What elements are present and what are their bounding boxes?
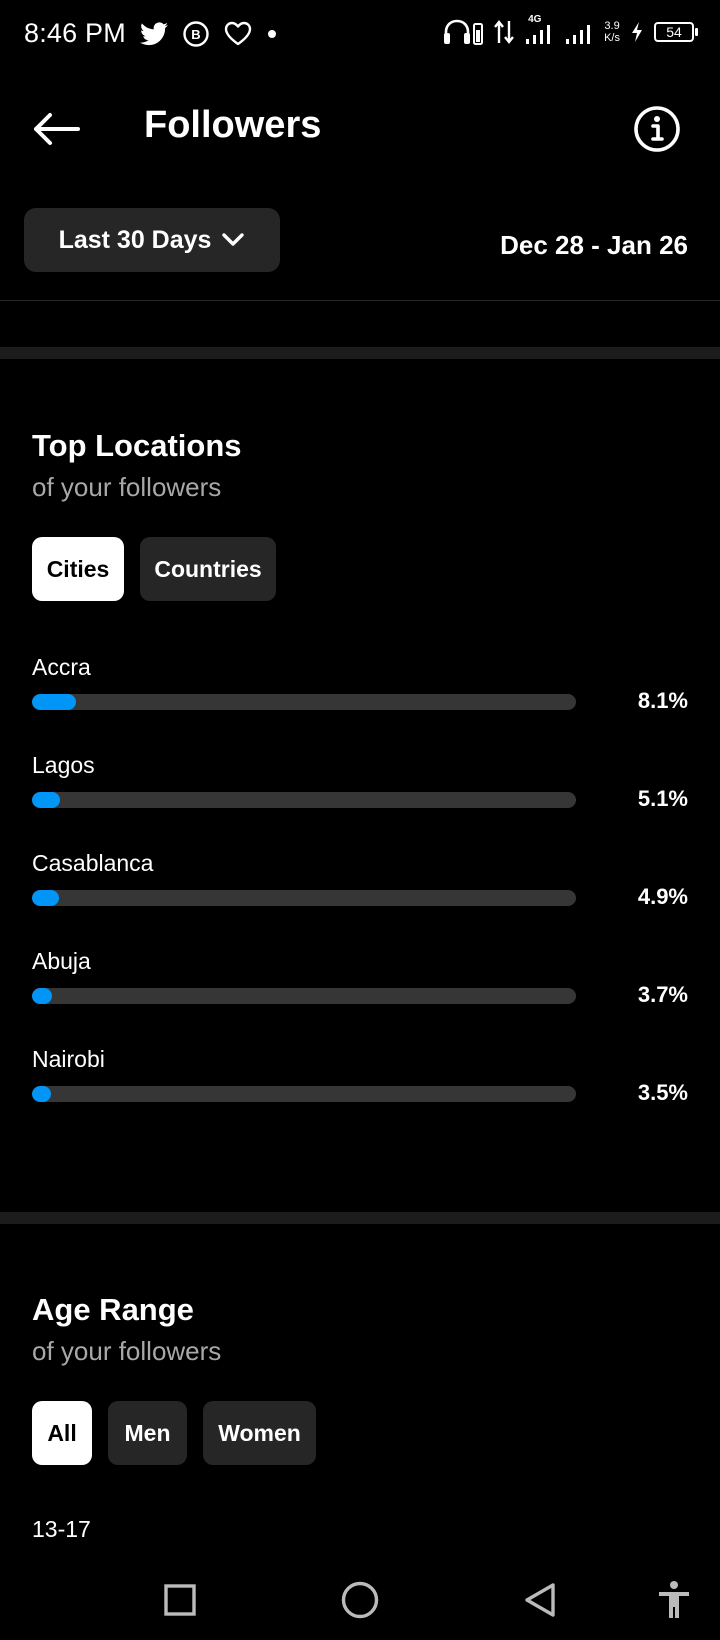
accessibility-button[interactable] — [648, 1574, 700, 1626]
net-speed: 3.9 K/s — [604, 20, 620, 44]
period-dropdown-label: Last 30 Days — [58, 225, 212, 254]
location-percent: 5.1% — [637, 786, 688, 811]
heart-icon — [224, 21, 252, 46]
net-speed-value: 3.9 — [604, 20, 620, 32]
triangle-back-icon — [525, 1583, 555, 1617]
battery-indicator: 54 — [654, 22, 698, 42]
location-bar-fill — [32, 890, 59, 906]
section-divider — [0, 1212, 720, 1224]
net-speed-unit: K/s — [604, 32, 620, 44]
back-button[interactable] — [28, 106, 84, 152]
age-range-label: 13-17 — [32, 1516, 91, 1542]
list-item: Accra 8.1% — [0, 652, 720, 750]
svg-text:B: B — [191, 27, 200, 42]
location-percent: 8.1% — [637, 688, 688, 713]
list-item: Abuja 3.7% — [0, 946, 720, 1044]
location-percent: 3.5% — [637, 1080, 688, 1105]
location-bar-track — [32, 792, 576, 808]
location-name: Nairobi — [32, 1046, 105, 1072]
location-name: Accra — [32, 654, 91, 680]
location-name: Abuja — [32, 948, 91, 974]
top-locations-title: Top Locations — [32, 428, 242, 463]
location-bar-fill — [32, 1086, 52, 1102]
tab-cities[interactable]: Cities — [32, 537, 124, 601]
dot-icon — [268, 30, 276, 38]
location-name: Lagos — [32, 752, 95, 778]
whatsapp-business-icon: B — [183, 21, 209, 47]
location-bar-track — [32, 1086, 576, 1102]
age-range-subtitle: of your followers — [32, 1336, 222, 1366]
tab-all[interactable]: All — [32, 1401, 92, 1465]
date-range: Dec 28 - Jan 26 — [500, 230, 688, 260]
tab-countries[interactable]: Countries — [140, 537, 276, 601]
period-row: Last 30 Days Dec 28 - Jan 26 — [0, 208, 720, 272]
data-arrows-icon — [494, 20, 515, 44]
section-divider — [0, 347, 720, 359]
info-button[interactable] — [632, 104, 682, 154]
top-locations-subtitle: of your followers — [32, 472, 222, 502]
recents-button[interactable] — [154, 1574, 206, 1626]
signal-icon — [566, 25, 591, 44]
location-bar-fill — [32, 792, 60, 808]
location-percent: 4.9% — [637, 884, 688, 909]
tab-men[interactable]: Men — [108, 1401, 187, 1465]
location-list: Accra 8.1% Lagos 5.1% Casablanca 4.9% Ab… — [0, 652, 720, 1142]
status-right-icons: 4G 3.9 K/s 54 — [442, 14, 698, 46]
top-locations-tabs: Cities Countries — [32, 537, 276, 601]
location-bar-track — [32, 694, 576, 710]
status-time: 8:46 PM — [24, 18, 126, 48]
page-title: Followers — [144, 104, 322, 146]
signal-icon: 4G — [524, 14, 554, 46]
age-range-title: Age Range — [32, 1292, 194, 1327]
system-nav-bar — [0, 1560, 720, 1640]
chevron-down-icon — [222, 233, 245, 246]
period-dropdown[interactable]: Last 30 Days — [24, 208, 280, 272]
location-percent: 3.7% — [637, 982, 688, 1007]
location-bar-fill — [32, 694, 77, 710]
home-button[interactable] — [334, 1574, 386, 1626]
tab-women[interactable]: Women — [203, 1401, 316, 1465]
accessibility-icon — [659, 1581, 689, 1618]
age-range-tabs: All Men Women — [32, 1401, 316, 1465]
header: Followers — [0, 84, 720, 174]
list-item: Nairobi 3.5% — [0, 1044, 720, 1142]
status-bar: 8:46 PM B 4G 3.9 K/s 54 — [0, 0, 720, 72]
info-icon — [634, 106, 680, 152]
divider — [0, 300, 720, 301]
back-nav-button[interactable] — [514, 1574, 566, 1626]
location-name: Casablanca — [32, 850, 154, 876]
headphones-icon — [444, 19, 484, 45]
arrow-left-icon — [34, 113, 80, 145]
charging-icon — [632, 22, 642, 42]
square-icon — [164, 1584, 196, 1616]
list-item: Lagos 5.1% — [0, 750, 720, 848]
list-item: Casablanca 4.9% — [0, 848, 720, 946]
circle-icon — [341, 1581, 379, 1619]
location-bar-track — [32, 988, 576, 1004]
twitter-icon — [140, 22, 168, 46]
location-bar-fill — [32, 988, 53, 1004]
status-left-icons: B — [140, 20, 278, 48]
location-bar-track — [32, 890, 576, 906]
